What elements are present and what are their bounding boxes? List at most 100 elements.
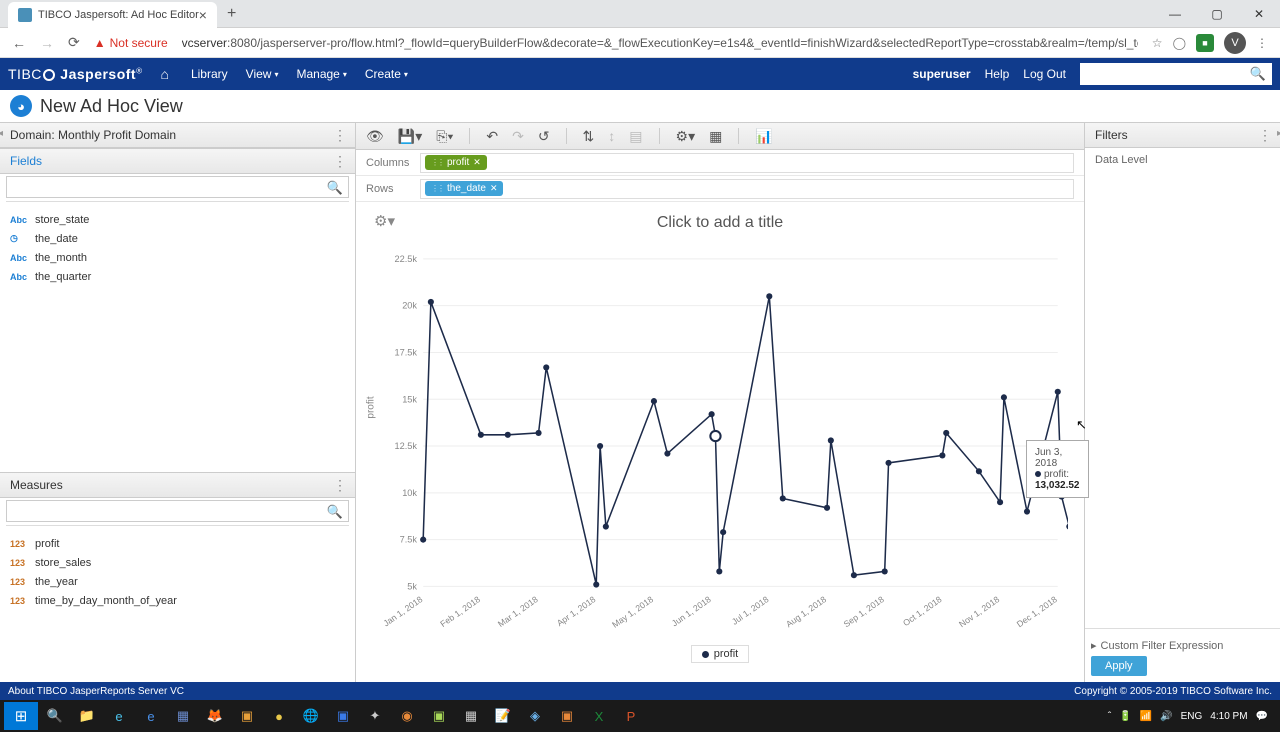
measures-header[interactable]: Measures⋮ <box>0 472 355 498</box>
left-panel: ◂ Domain: Monthly Profit Domain⋮ Fields⋮… <box>0 122 356 682</box>
taskbar-app4-icon[interactable]: ▣ <box>328 702 358 730</box>
sort-icon[interactable]: ↕ <box>608 128 615 144</box>
collapse-left-icon[interactable]: ◂ <box>0 128 3 139</box>
ext-badge-icon[interactable]: ■ <box>1196 34 1214 52</box>
star-icon[interactable]: ☆ <box>1152 36 1163 50</box>
active-tab[interactable]: TIBCO Jaspersoft: Ad Hoc Editor × <box>8 2 217 28</box>
taskbar-ppt-icon[interactable]: P <box>616 702 646 730</box>
home-icon[interactable]: ⌂ <box>161 66 169 82</box>
help-link[interactable]: Help <box>985 67 1010 81</box>
fields-search-input[interactable] <box>6 176 349 198</box>
settings-icon[interactable]: ⚙▾ <box>676 128 696 145</box>
taskbar-app3-icon[interactable]: ● <box>264 702 294 730</box>
taskbar-ie-icon[interactable]: e <box>136 702 166 730</box>
fields-header[interactable]: Fields⋮ <box>0 148 355 174</box>
save-icon[interactable]: 💾▾ <box>398 128 422 145</box>
export-icon[interactable]: ⎘▾ <box>436 128 453 145</box>
measure-profit[interactable]: 123profit <box>10 534 345 553</box>
taskbar-edge-icon[interactable]: e <box>104 702 134 730</box>
maximize-icon[interactable]: ▢ <box>1196 0 1238 28</box>
close-window-icon[interactable]: ✕ <box>1238 0 1280 28</box>
svg-text:Nov 1, 2018: Nov 1, 2018 <box>957 594 1001 629</box>
taskbar-app1-icon[interactable]: ▦ <box>168 702 198 730</box>
tab-close-icon[interactable]: × <box>199 7 207 23</box>
search-icon[interactable]: 🔍 <box>1250 66 1266 82</box>
rows-shelf-drop[interactable]: ⋮⋮the_date✕ <box>420 179 1074 199</box>
svg-text:20k: 20k <box>402 301 417 311</box>
domain-menu-icon[interactable]: ⋮ <box>333 127 347 144</box>
profile-avatar[interactable]: V <box>1224 32 1246 54</box>
measure-time_by_day_month_of_year[interactable]: 123time_by_day_month_of_year <box>10 591 345 610</box>
measures-search-icon[interactable]: 🔍 <box>327 504 343 520</box>
svg-text:Feb 1, 2018: Feb 1, 2018 <box>438 594 482 629</box>
field-the_date[interactable]: ◷the_date <box>10 229 345 248</box>
address-bar: ← → ⟳ ▲ Not secure vcserver:8080/jaspers… <box>0 28 1280 58</box>
user-label[interactable]: superuser <box>913 67 971 81</box>
filter-icon[interactable]: ▤ <box>629 128 642 145</box>
reload-icon[interactable]: ⟳ <box>68 34 80 51</box>
nav-manage[interactable]: Manage▾ <box>296 67 346 81</box>
nav-library[interactable]: Library <box>191 67 228 81</box>
field-the_quarter[interactable]: Abcthe_quarter <box>10 267 345 286</box>
forward-icon[interactable]: → <box>40 35 54 51</box>
view-title-bar: ◕ New Ad Hoc View <box>0 90 1280 122</box>
about-link[interactable]: About TIBCO JasperReports Server VC <box>8 686 184 697</box>
app-logo[interactable]: TIBC Jaspersoft® <box>8 66 143 82</box>
reset-icon[interactable]: ↺ <box>538 128 550 145</box>
apply-button[interactable]: Apply <box>1091 656 1147 676</box>
data-level-label[interactable]: Data Level <box>1085 148 1280 628</box>
nav-view[interactable]: View▾ <box>246 67 279 81</box>
redo-icon[interactable]: ↷ <box>512 128 524 145</box>
measures-menu-icon[interactable]: ⋮ <box>333 477 347 494</box>
taskbar-app7-icon[interactable]: ▣ <box>424 702 454 730</box>
measure-store_sales[interactable]: 123store_sales <box>10 553 345 572</box>
logout-link[interactable]: Log Out <box>1023 67 1066 81</box>
custom-filter-toggle[interactable]: ▸Custom Filter Expression <box>1091 635 1274 656</box>
taskbar-search-icon[interactable]: 🔍 <box>40 702 70 730</box>
global-search-input[interactable]: 🔍 <box>1080 63 1272 85</box>
field-the_month[interactable]: Abcthe_month <box>10 248 345 267</box>
columns-shelf-drop[interactable]: ⋮⋮profit✕ <box>420 153 1074 173</box>
minimize-icon[interactable]: — <box>1154 0 1196 28</box>
undo-icon[interactable]: ↶ <box>486 128 498 145</box>
taskbar-explorer-icon[interactable]: 📁 <box>72 702 102 730</box>
pill-the-date[interactable]: ⋮⋮the_date✕ <box>425 181 503 196</box>
ext-circle-icon[interactable]: ◯ <box>1173 36 1186 50</box>
legend-item-profit[interactable]: profit <box>691 645 749 663</box>
taskbar-excel-icon[interactable]: X <box>584 702 614 730</box>
chart-title[interactable]: Click to add a title <box>372 214 1068 232</box>
fields-search-icon[interactable]: 🔍 <box>327 180 343 196</box>
taskbar-app9-icon[interactable]: ◈ <box>520 702 550 730</box>
new-tab-button[interactable]: + <box>227 5 236 23</box>
measure-the_year[interactable]: 123the_year <box>10 572 345 591</box>
taskbar-app2-icon[interactable]: ▣ <box>232 702 262 730</box>
security-warning[interactable]: ▲ Not secure <box>94 36 168 50</box>
start-button[interactable]: ⊞ <box>4 702 38 730</box>
pivot-icon[interactable]: ⇅ <box>583 128 595 145</box>
url-field[interactable]: vcserver:8080/jasperserver-pro/flow.html… <box>182 36 1138 50</box>
line-chart[interactable]: 5k7.5k10k12.5k15k17.5k20k22.5kJan 1, 201… <box>372 238 1068 638</box>
measures-search-input[interactable] <box>6 500 349 522</box>
taskbar-app10-icon[interactable]: ▣ <box>552 702 582 730</box>
taskbar-chrome-icon[interactable]: 🌐 <box>296 702 326 730</box>
field-store_state[interactable]: Abcstore_state <box>10 210 345 229</box>
pill-date-remove-icon[interactable]: ✕ <box>490 183 498 194</box>
taskbar-app8-icon[interactable]: ▦ <box>456 702 486 730</box>
chart-type-icon[interactable]: 📊 <box>755 128 772 145</box>
taskbar-firefox-icon[interactable]: 🦊 <box>200 702 230 730</box>
data-icon[interactable]: ▦ <box>709 128 722 145</box>
pill-profit-remove-icon[interactable]: ✕ <box>473 157 481 168</box>
svg-text:5k: 5k <box>407 581 417 591</box>
taskbar-app5-icon[interactable]: ✦ <box>360 702 390 730</box>
chrome-menu-icon[interactable]: ⋮ <box>1256 36 1268 50</box>
taskbar-app6-icon[interactable]: ◉ <box>392 702 422 730</box>
chart-options-icon[interactable]: ⚙▾ <box>374 212 395 230</box>
back-icon[interactable]: ← <box>12 35 26 51</box>
taskbar-notepad-icon[interactable]: 📝 <box>488 702 518 730</box>
preview-icon[interactable]: 👁 <box>366 128 384 145</box>
fields-menu-icon[interactable]: ⋮ <box>333 153 347 170</box>
nav-create[interactable]: Create▾ <box>365 67 408 81</box>
canvas-area: 👁 💾▾ ⎘▾ ↶ ↷ ↺ ⇅ ↕ ▤ ⚙▾ ▦ 📊 Columns ⋮⋮pro… <box>356 122 1084 682</box>
pill-profit[interactable]: ⋮⋮profit✕ <box>425 155 487 170</box>
filters-menu-icon[interactable]: ⋮ <box>1258 127 1272 144</box>
